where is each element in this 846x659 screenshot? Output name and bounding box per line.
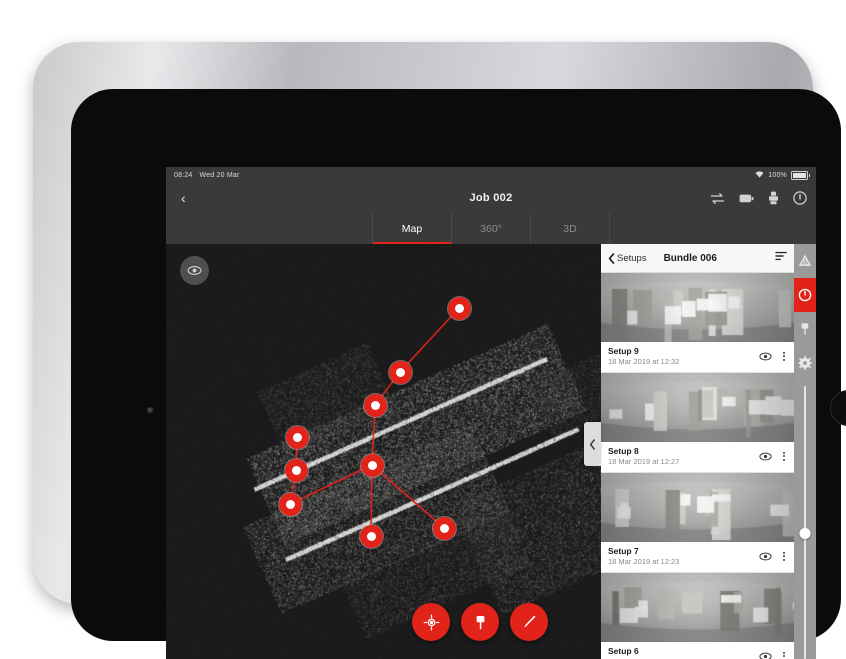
sort-filter-button[interactable] [775, 249, 787, 267]
scan-position-marker[interactable] [433, 517, 456, 540]
setup-meta: Setup 618 Mar 2019 at 12:18 [601, 642, 794, 659]
panel-title: Bundle 006 [664, 253, 717, 264]
point-cloud-button[interactable] [794, 244, 816, 278]
setup-date: 18 Mar 2019 at 12:27 [608, 457, 679, 466]
setup-meta: Setup 918 Mar 2019 at 12:32 [601, 342, 794, 372]
panel-back-button[interactable]: Setups [608, 253, 647, 264]
setup-menu-button[interactable] [781, 450, 787, 463]
tool-rail [794, 244, 816, 659]
main-content: Setups Bundle 006 Setup 918 Mar 2019 at … [166, 244, 816, 659]
scan-position-marker[interactable] [279, 493, 302, 516]
setup-list-item[interactable]: Setup 718 Mar 2019 at 12:23 [601, 473, 794, 573]
settings-gear-button[interactable] [794, 346, 816, 380]
map-action-buttons [412, 603, 548, 641]
scanner-device-icon[interactable] [768, 191, 779, 205]
tablet-device-frame: 08:24 Wed 20 Mar 100% ‹ Job 002 [33, 42, 813, 604]
setup-thumbnail[interactable] [601, 373, 794, 442]
setup-name: Setup 8 [608, 446, 679, 456]
eye-visibility-icon [187, 265, 202, 276]
view-mode-tabs: Map 360° 3D [166, 213, 816, 244]
setup-thumbnail[interactable] [601, 273, 794, 342]
tab-3d[interactable]: 3D [530, 213, 610, 244]
scan-position-marker[interactable] [364, 394, 387, 417]
setup-visibility-button[interactable] [759, 352, 772, 361]
rail-opacity-slider[interactable] [794, 380, 816, 659]
scan-position-marker[interactable] [360, 525, 383, 548]
toggle-visibility-button[interactable] [180, 256, 209, 285]
setups-panel-header: Setups Bundle 006 [601, 244, 794, 273]
sort-filter-icon [775, 251, 787, 262]
back-button[interactable]: ‹ [175, 189, 192, 207]
tablet-screen: 08:24 Wed 20 Mar 100% ‹ Job 002 [166, 167, 816, 659]
setup-list-item[interactable]: Setup 618 Mar 2019 at 12:18 [601, 573, 794, 659]
settings-gear-icon [798, 356, 812, 370]
panorama-preview [601, 573, 794, 642]
setup-list-item[interactable]: Setup 818 Mar 2019 at 12:27 [601, 373, 794, 473]
scan-position-marker[interactable] [361, 454, 384, 477]
panorama-preview [601, 373, 794, 442]
home-button[interactable] [830, 390, 846, 426]
chevron-left-icon [589, 439, 596, 450]
collapse-panel-button[interactable] [584, 422, 601, 466]
point-cloud-icon [798, 254, 812, 268]
status-time: 08:24 [174, 172, 193, 179]
status-date: Wed 20 Mar [200, 172, 240, 179]
setup-date: 18 Mar 2019 at 12:23 [608, 557, 679, 566]
setup-visibility-button[interactable] [759, 552, 772, 561]
scan-timer-button[interactable] [794, 278, 816, 312]
scan-timer-icon [798, 288, 812, 302]
setup-visibility-button[interactable] [759, 452, 772, 461]
setup-name: Setup 9 [608, 346, 679, 356]
slider-track [804, 386, 806, 659]
setup-menu-button[interactable] [781, 350, 787, 363]
measure-tool-button[interactable] [510, 603, 548, 641]
setup-meta: Setup 818 Mar 2019 at 12:27 [601, 442, 794, 472]
setup-thumbnail[interactable] [601, 573, 794, 642]
marker-pin-icon [473, 614, 488, 631]
sync-transfer-icon[interactable] [710, 192, 725, 205]
add-scan-position-button[interactable] [412, 603, 450, 641]
setup-date: 18 Mar 2019 at 12:32 [608, 357, 679, 366]
battery-full-icon [791, 171, 808, 180]
scan-position-marker[interactable] [448, 297, 471, 320]
scan-position-marker[interactable] [286, 426, 309, 449]
panel-back-label: Setups [617, 253, 647, 264]
wifi-icon [755, 171, 764, 180]
slider-knob[interactable] [800, 528, 811, 539]
battery-status-icon[interactable] [739, 193, 754, 204]
screenshot-stage: 08:24 Wed 20 Mar 100% ‹ Job 002 [0, 0, 846, 646]
setup-menu-button[interactable] [781, 650, 787, 659]
target-pin-icon [799, 322, 811, 336]
navigation-bar: ‹ Job 002 [166, 183, 816, 213]
scan-position-marker[interactable] [285, 459, 308, 482]
tablet-bezel: 08:24 Wed 20 Mar 100% ‹ Job 002 [71, 89, 841, 641]
setups-panel: Setups Bundle 006 Setup 918 Mar 2019 at … [601, 244, 794, 659]
measure-tool-icon [521, 614, 538, 631]
target-pin-button[interactable] [794, 312, 816, 346]
setup-meta: Setup 718 Mar 2019 at 12:23 [601, 542, 794, 572]
info-power-icon[interactable] [793, 191, 807, 205]
tab-360[interactable]: 360° [451, 213, 530, 244]
setup-visibility-button[interactable] [759, 652, 772, 659]
setup-menu-button[interactable] [781, 550, 787, 563]
setups-list[interactable]: Setup 918 Mar 2019 at 12:32Setup 818 Mar… [601, 273, 794, 659]
panorama-preview [601, 273, 794, 342]
setup-name: Setup 7 [608, 546, 679, 556]
battery-percent-label: 100% [768, 172, 787, 179]
setup-list-item[interactable]: Setup 918 Mar 2019 at 12:32 [601, 273, 794, 373]
setup-thumbnail[interactable] [601, 473, 794, 542]
tab-map[interactable]: Map [372, 213, 451, 244]
panorama-preview [601, 473, 794, 542]
scan-position-marker[interactable] [389, 361, 412, 384]
chevron-left-icon [608, 253, 615, 264]
add-marker-button[interactable] [461, 603, 499, 641]
setup-name: Setup 6 [608, 646, 679, 656]
front-camera-icon [147, 407, 154, 414]
status-bar: 08:24 Wed 20 Mar 100% [166, 167, 816, 183]
